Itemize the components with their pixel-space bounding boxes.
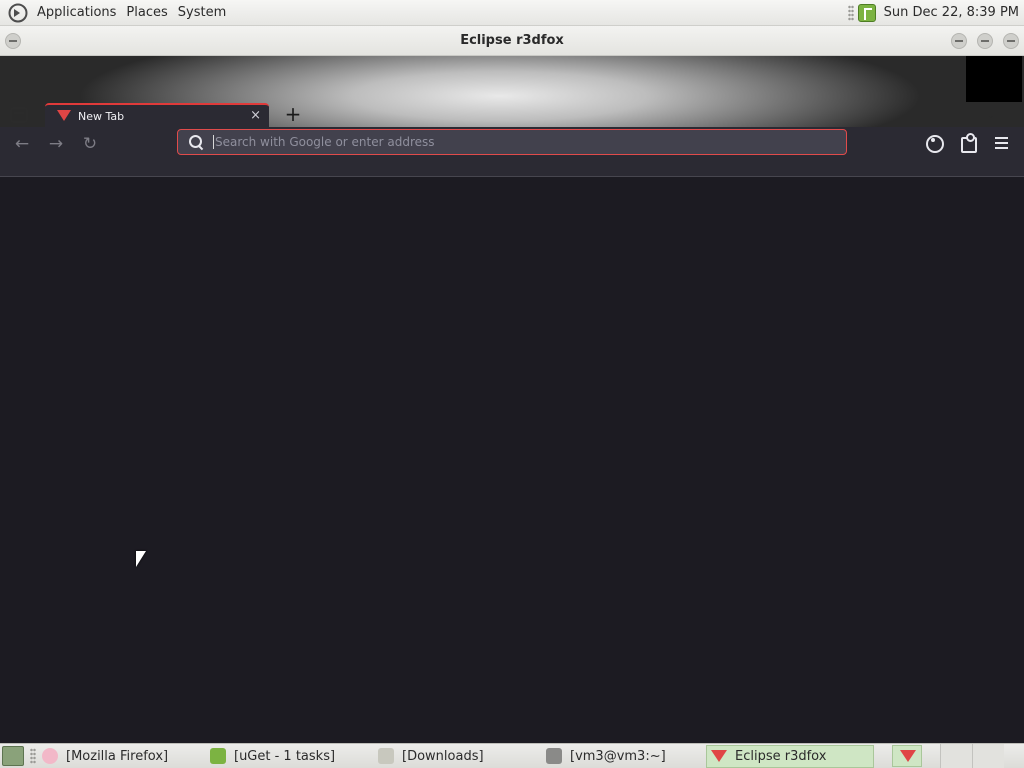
list-all-tabs-icon[interactable]: ⌄ xyxy=(986,107,996,121)
taskbar-item-firefox[interactable]: [Mozilla Firefox] xyxy=(38,745,206,768)
taskbar-item-terminal[interactable]: [vm3@vm3:~] xyxy=(542,745,706,768)
tab-new-tab[interactable]: New Tab × xyxy=(45,103,269,127)
window-menu-icon[interactable] xyxy=(5,33,21,49)
window-title: Eclipse r3dfox xyxy=(460,33,564,48)
search-icon xyxy=(189,135,203,149)
back-arrow-icon[interactable]: ← xyxy=(10,132,34,156)
hamburger-menu-icon[interactable] xyxy=(990,131,1014,155)
window-titlebar[interactable]: Eclipse r3dfox xyxy=(0,26,1024,56)
bottom-taskbar: [Mozilla Firefox] [uGet - 1 tasks] [Down… xyxy=(0,743,1024,768)
navigation-toolbar: ← → ↻ xyxy=(0,127,1024,177)
taskbar-item-uget[interactable]: [uGet - 1 tasks] xyxy=(206,745,374,768)
tab-close-icon[interactable]: × xyxy=(250,108,261,123)
taskbar-item-label: [vm3@vm3:~] xyxy=(570,748,666,764)
distro-logo-icon[interactable] xyxy=(8,3,28,23)
minimize-icon[interactable] xyxy=(951,33,967,49)
tab-label: New Tab xyxy=(78,109,125,123)
show-desktop-icon[interactable] xyxy=(2,746,24,766)
page-content[interactable] xyxy=(0,178,1024,742)
firefox-icon xyxy=(42,748,58,764)
panel-grip-icon[interactable] xyxy=(847,4,854,21)
r3dfox-icon xyxy=(711,748,727,764)
account-icon[interactable] xyxy=(922,131,946,155)
tray-r3dfox-icon[interactable] xyxy=(892,745,922,767)
system-menu[interactable]: System xyxy=(173,0,231,26)
taskbar-item-label: [Downloads] xyxy=(402,748,484,764)
taskbar-item-label: Eclipse r3dfox xyxy=(735,748,827,764)
maximize-icon[interactable] xyxy=(977,33,993,49)
top-panel: Applications Places System Sun Dec 22, 8… xyxy=(0,0,1024,26)
places-menu[interactable]: Places xyxy=(121,0,172,26)
extensions-icon[interactable] xyxy=(956,131,980,155)
taskbar-grip-icon[interactable] xyxy=(30,748,36,764)
uget-icon xyxy=(210,748,226,764)
close-window-icon[interactable] xyxy=(1003,33,1019,49)
taskbar-item-downloads[interactable]: [Downloads] xyxy=(374,745,542,768)
reload-icon[interactable]: ↻ xyxy=(78,132,102,156)
new-tab-plus-icon[interactable]: + xyxy=(283,102,303,126)
address-bar[interactable] xyxy=(177,129,847,155)
tab-strip: New Tab × + ⌄ xyxy=(0,56,1024,127)
workspace-1[interactable] xyxy=(940,744,972,768)
address-input[interactable] xyxy=(213,135,813,149)
workspace-2[interactable] xyxy=(972,744,1004,768)
r3dfox-favicon-icon xyxy=(57,110,71,122)
folder-icon xyxy=(378,748,394,764)
theme-decoration xyxy=(966,56,1022,102)
forward-arrow-icon[interactable]: → xyxy=(44,132,68,156)
update-applet-icon[interactable] xyxy=(857,3,876,22)
taskbar-item-label: [uGet - 1 tasks] xyxy=(234,748,336,764)
applications-menu[interactable]: Applications xyxy=(32,0,121,26)
taskbar-item-r3dfox[interactable]: Eclipse r3dfox xyxy=(706,744,874,768)
mouse-cursor-icon xyxy=(136,551,146,567)
terminal-icon xyxy=(546,748,562,764)
taskbar-item-label: [Mozilla Firefox] xyxy=(66,748,169,764)
panel-clock[interactable]: Sun Dec 22, 8:39 PM xyxy=(884,5,1024,20)
panel-tray: Sun Dec 22, 8:39 PM xyxy=(847,0,1024,26)
tab-overview-icon[interactable] xyxy=(10,107,28,123)
